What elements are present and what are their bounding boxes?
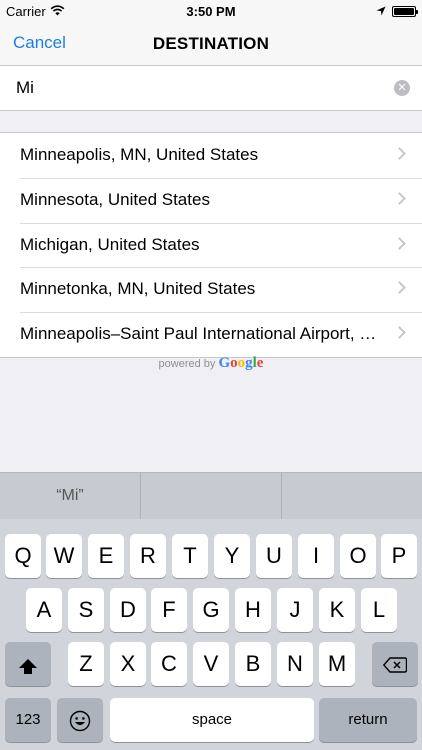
key-q[interactable]: Q [5, 534, 41, 578]
key-x[interactable]: X [110, 642, 146, 686]
key-f[interactable]: F [151, 588, 187, 632]
battery-level [394, 8, 414, 15]
clear-circle-icon[interactable]: ✕ [394, 80, 410, 96]
space-key[interactable]: space [110, 698, 314, 742]
key-k[interactable]: K [319, 588, 355, 632]
result-item-minnetonka[interactable]: Minnetonka, MN, United States [0, 267, 422, 312]
key-p[interactable]: P [381, 534, 417, 578]
search-row: ✕ [0, 66, 422, 111]
result-label: Minneapolis, MN, United States [20, 145, 259, 164]
key-s[interactable]: S [68, 588, 104, 632]
return-key[interactable]: return [319, 698, 417, 742]
key-o[interactable]: O [340, 534, 376, 578]
navigation-bar: Cancel DESTINATION [0, 22, 422, 66]
location-icon [376, 4, 386, 19]
key-a[interactable]: A [26, 588, 62, 632]
shift-icon [19, 659, 37, 674]
key-j[interactable]: J [277, 588, 313, 632]
suggestion-bar: “Mi” [0, 473, 422, 519]
chevron-right-icon [393, 281, 406, 295]
key-d[interactable]: D [110, 588, 146, 632]
result-label: Minnesota, United States [20, 189, 210, 209]
key-y[interactable]: Y [214, 534, 250, 578]
powered-by-label: powered by [158, 358, 216, 370]
keyboard: “Mi” Q W E R T Y U I O P A S D F G H J K… [0, 472, 422, 750]
key-e[interactable]: E [88, 534, 124, 578]
result-label: Minnetonka, MN, United States [20, 279, 256, 299]
chevron-right-icon [393, 236, 406, 250]
chevron-right-icon [393, 191, 406, 205]
key-i[interactable]: I [298, 534, 334, 578]
suggestion-1[interactable]: “Mi” [0, 473, 141, 519]
result-item-michigan[interactable]: Michigan, United States [0, 222, 422, 268]
battery-icon [392, 6, 418, 17]
chevron-right-icon [393, 326, 406, 340]
key-z[interactable]: Z [68, 642, 104, 686]
chevron-right-icon [393, 147, 406, 160]
key-b[interactable]: B [235, 642, 271, 686]
status-time: 3:50 PM [186, 4, 236, 19]
key-w[interactable]: W [46, 534, 82, 578]
result-item-minnesota[interactable]: Minnesota, United States [0, 177, 422, 223]
result-item-msp-airport[interactable]: Minneapolis–Saint Paul International Air… [0, 312, 422, 357]
result-item-minneapolis[interactable]: Minneapolis, MN, United States [0, 133, 422, 178]
destination-search-input[interactable] [16, 66, 386, 110]
status-right [376, 4, 418, 19]
google-logo: Google [218, 355, 264, 371]
emoji-icon [69, 707, 91, 732]
key-h[interactable]: H [235, 588, 271, 632]
powered-by-google: powered by Google [0, 355, 422, 372]
emoji-key[interactable] [57, 698, 103, 742]
key-t[interactable]: T [172, 534, 208, 578]
page-title: DESTINATION [152, 34, 270, 53]
key-c[interactable]: C [151, 642, 187, 686]
status-bar: Carrier 3:50 PM [0, 0, 422, 22]
key-v[interactable]: V [193, 642, 229, 686]
shift-key[interactable] [5, 642, 51, 686]
suggestion-2[interactable] [141, 473, 282, 519]
numbers-key[interactable]: 123 [5, 698, 51, 742]
key-l[interactable]: L [361, 588, 397, 632]
result-label: Michigan, United States [20, 234, 200, 254]
key-m[interactable]: M [319, 642, 355, 686]
result-label: Minneapolis–Saint Paul International Air… [20, 324, 382, 344]
delete-key[interactable] [372, 642, 418, 686]
key-u[interactable]: U [256, 534, 292, 578]
key-g[interactable]: G [193, 588, 229, 632]
results-list: Minneapolis, MN, United States Minnesota… [0, 132, 422, 358]
key-r[interactable]: R [130, 534, 166, 578]
delete-icon [383, 657, 407, 673]
suggestion-3[interactable] [282, 473, 422, 519]
key-n[interactable]: N [277, 642, 313, 686]
